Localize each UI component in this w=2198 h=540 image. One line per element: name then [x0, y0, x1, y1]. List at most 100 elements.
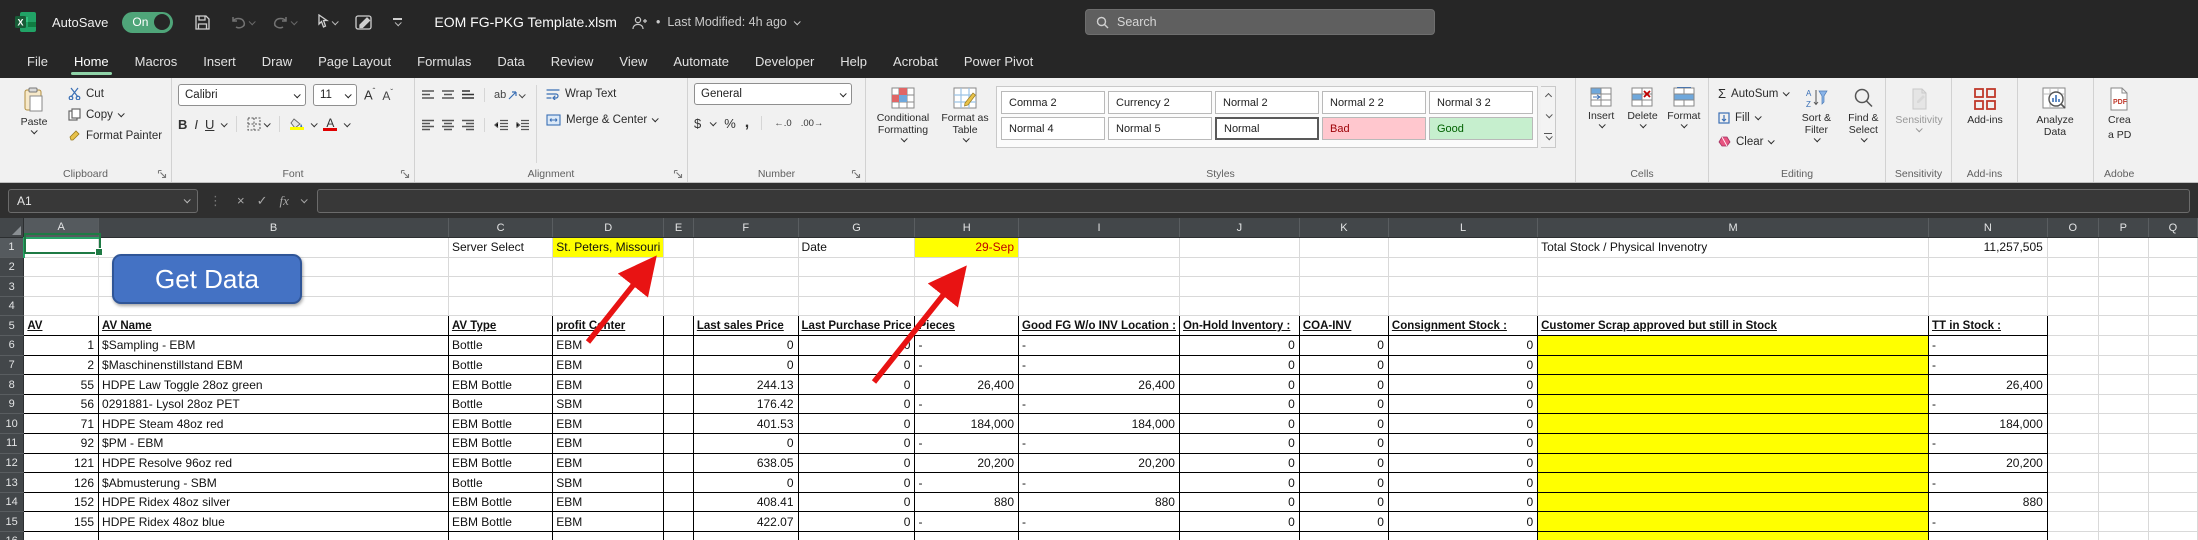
cell-B12[interactable]: HDPE Resolve 96oz red — [99, 453, 449, 473]
cell-F6[interactable]: 0 — [693, 336, 798, 356]
cell-Q7[interactable] — [2148, 355, 2197, 375]
cell-F8[interactable]: 244.13 — [693, 375, 798, 395]
cell-F7[interactable]: 0 — [693, 355, 798, 375]
cell-Q10[interactable] — [2148, 414, 2197, 434]
cell-G11[interactable]: 0 — [798, 434, 915, 454]
italic-button[interactable]: I — [194, 117, 198, 132]
cell-F5[interactable]: Last sales Price — [693, 316, 798, 336]
cell-B9[interactable]: 0291881- Lysol 28oz PET — [99, 394, 449, 414]
cell-N3[interactable] — [1929, 277, 2048, 297]
cell-C12[interactable]: EBM Bottle — [448, 453, 552, 473]
cell-D6[interactable]: EBM — [553, 336, 664, 356]
style-bad[interactable]: Bad — [1322, 117, 1426, 140]
cell-O13[interactable] — [2047, 473, 2098, 493]
cell-N2[interactable] — [1929, 257, 2048, 277]
cell-D16[interactable] — [553, 532, 664, 540]
cell-M7[interactable] — [1538, 355, 1929, 375]
cell-C9[interactable]: Bottle — [448, 394, 552, 414]
style-normal-3-2[interactable]: Normal 3 2 — [1429, 91, 1533, 114]
paste-button[interactable]: Paste — [6, 83, 62, 165]
cell-J6[interactable]: 0 — [1179, 336, 1299, 356]
cell-O3[interactable] — [2047, 277, 2098, 297]
menu-tab-help[interactable]: Help — [827, 46, 880, 77]
cell-N13[interactable]: - — [1929, 473, 2048, 493]
cell-G5[interactable]: Last Purchase Price — [798, 316, 915, 336]
fill-color-button[interactable] — [290, 118, 304, 130]
cell-H13[interactable]: - — [915, 473, 1019, 493]
cell-E11[interactable] — [664, 434, 694, 454]
cell-L9[interactable]: 0 — [1388, 394, 1537, 414]
cell-I2[interactable] — [1019, 257, 1180, 277]
cell-P10[interactable] — [2098, 414, 2148, 434]
cell-G13[interactable]: 0 — [798, 473, 915, 493]
cell-L14[interactable]: 0 — [1388, 492, 1537, 512]
cell-K8[interactable]: 0 — [1299, 375, 1388, 395]
cell-Q4[interactable] — [2148, 296, 2197, 316]
accounting-format-button[interactable]: $ — [694, 116, 701, 131]
cell-J2[interactable] — [1179, 257, 1299, 277]
cell-O2[interactable] — [2047, 257, 2098, 277]
cell-A10[interactable]: 71 — [24, 414, 99, 434]
cell-P7[interactable] — [2098, 355, 2148, 375]
col-header-J[interactable]: J — [1179, 218, 1299, 238]
cell-D13[interactable]: SBM — [553, 473, 664, 493]
cell-L11[interactable]: 0 — [1388, 434, 1537, 454]
cell-E9[interactable] — [664, 394, 694, 414]
cell-E15[interactable] — [664, 512, 694, 532]
cell-H9[interactable]: - — [915, 394, 1019, 414]
cell-P2[interactable] — [2098, 257, 2148, 277]
cell-C7[interactable]: Bottle — [448, 355, 552, 375]
cell-L4[interactable] — [1388, 296, 1537, 316]
cell-O10[interactable] — [2047, 414, 2098, 434]
menu-tab-file[interactable]: File — [14, 46, 61, 77]
cell-J13[interactable]: 0 — [1179, 473, 1299, 493]
cell-A7[interactable]: 2 — [24, 355, 99, 375]
cell-M11[interactable] — [1538, 434, 1929, 454]
cell-N1[interactable]: 11,257,505 — [1929, 238, 2048, 258]
cell-H10[interactable]: 184,000 — [915, 414, 1019, 434]
cell-J14[interactable]: 0 — [1179, 492, 1299, 512]
analyze-data-button[interactable]: Analyze Data — [2024, 83, 2086, 165]
cell-E7[interactable] — [664, 355, 694, 375]
align-bottom-icon[interactable] — [461, 89, 475, 101]
cell-A16[interactable] — [24, 532, 99, 540]
cell-M14[interactable] — [1538, 492, 1929, 512]
cell-H8[interactable]: 26,400 — [915, 375, 1019, 395]
cell-O16[interactable] — [2047, 532, 2098, 540]
cell-B15[interactable]: HDPE Ridex 48oz blue — [99, 512, 449, 532]
cell-H5[interactable]: Pieces — [915, 316, 1019, 336]
cell-J3[interactable] — [1179, 277, 1299, 297]
cell-D9[interactable]: SBM — [553, 394, 664, 414]
autosum-button[interactable]: Σ AutoSum — [1715, 83, 1791, 104]
row-header-7[interactable]: 7 — [0, 355, 24, 375]
cell-C15[interactable]: EBM Bottle — [448, 512, 552, 532]
cell-E2[interactable] — [664, 257, 694, 277]
cell-N12[interactable]: 20,200 — [1929, 453, 2048, 473]
cell-O11[interactable] — [2047, 434, 2098, 454]
cell-P16[interactable] — [2098, 532, 2148, 540]
cell-H3[interactable] — [915, 277, 1019, 297]
row-header-15[interactable]: 15 — [0, 512, 24, 532]
cell-O4[interactable] — [2047, 296, 2098, 316]
pen-gesture-icon[interactable] — [355, 14, 375, 31]
cell-I7[interactable]: - — [1019, 355, 1180, 375]
font-color-button[interactable]: A — [323, 118, 337, 131]
cell-O7[interactable] — [2047, 355, 2098, 375]
row-header-2[interactable]: 2 — [0, 257, 24, 277]
cell-A1[interactable] — [24, 238, 99, 258]
cell-H15[interactable]: - — [915, 512, 1019, 532]
cell-D15[interactable]: EBM — [553, 512, 664, 532]
cell-I1[interactable] — [1019, 238, 1180, 258]
menu-tab-insert[interactable]: Insert — [190, 46, 249, 77]
cell-M2[interactable] — [1538, 257, 1929, 277]
cell-E4[interactable] — [664, 296, 694, 316]
col-header-K[interactable]: K — [1299, 218, 1388, 238]
cell-Q13[interactable] — [2148, 473, 2197, 493]
cell-G9[interactable]: 0 — [798, 394, 915, 414]
cell-M4[interactable] — [1538, 296, 1929, 316]
cell-D10[interactable]: EBM — [553, 414, 664, 434]
cell-L16[interactable] — [1388, 532, 1537, 540]
cell-F1[interactable] — [693, 238, 798, 258]
cell-K15[interactable]: 0 — [1299, 512, 1388, 532]
cell-M5[interactable]: Customer Scrap approved but still in Sto… — [1538, 316, 1929, 336]
